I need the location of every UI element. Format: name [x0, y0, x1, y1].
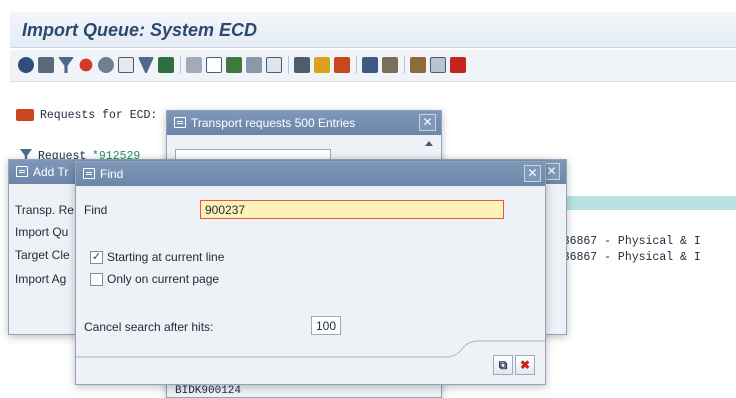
- export-icon[interactable]: [246, 57, 262, 73]
- application-toolbar: [10, 50, 736, 82]
- find-icon[interactable]: [79, 58, 93, 72]
- grid-icon[interactable]: [430, 57, 446, 73]
- truck-icon: [16, 109, 34, 121]
- find-dialog: Find ✕ Find 900237 ✓ Starting at current…: [75, 161, 546, 385]
- footer-divider: [76, 340, 545, 358]
- find-title-bar: Find ✕: [76, 162, 545, 186]
- start-current-line-checkbox[interactable]: ✓: [90, 251, 103, 264]
- truck-all-icon[interactable]: [334, 57, 350, 73]
- request-list-header-bar: [560, 196, 736, 210]
- cancel-search-label: Cancel search after hits:: [84, 320, 214, 334]
- truck-icon[interactable]: [314, 57, 330, 73]
- import-queue-field-label: Import Qu: [15, 225, 69, 239]
- doc-icon[interactable]: [206, 57, 222, 73]
- compare-icon[interactable]: [186, 57, 202, 73]
- add-transport-title: Add Tr: [33, 165, 69, 179]
- lock-icon[interactable]: [294, 57, 310, 73]
- filter-icon[interactable]: [58, 57, 74, 73]
- only-current-page-label: Only on current page: [107, 272, 220, 286]
- find-input[interactable]: 900237: [200, 200, 504, 219]
- cancel-button[interactable]: ✖: [515, 355, 535, 375]
- target-client-field-label: Target Cle: [15, 248, 70, 262]
- scroll-up-icon[interactable]: [425, 141, 433, 146]
- find-button[interactable]: ⧉: [493, 355, 513, 375]
- only-current-page-checkbox[interactable]: [90, 273, 103, 286]
- view-icon[interactable]: [266, 57, 282, 73]
- transport-requests-title-bar: Transport requests 500 Entries ✕: [167, 111, 441, 135]
- zoom-icon[interactable]: [98, 57, 114, 73]
- list-icon[interactable]: [118, 57, 134, 73]
- transport-requests-title: Transport requests 500 Entries: [191, 116, 356, 130]
- import-icon[interactable]: [382, 57, 398, 73]
- tree-icon[interactable]: [158, 57, 174, 73]
- transport-request-field-label: Transp. Re: [15, 203, 74, 217]
- close-icon[interactable]: ✕: [524, 165, 541, 182]
- request-list-item[interactable]: BIDK900124: [175, 385, 241, 397]
- requests-label: Requests for ECD:: [40, 109, 158, 122]
- refresh-icon[interactable]: [18, 57, 34, 73]
- screen-title-bar: Import Queue: System ECD: [10, 12, 736, 48]
- window-icon: [16, 166, 28, 177]
- screen-title: Import Queue: System ECD: [22, 20, 258, 40]
- find-title: Find: [100, 167, 124, 181]
- monitor-icon[interactable]: [362, 57, 378, 73]
- cancel-search-input[interactable]: 100: [311, 316, 341, 335]
- import-again-field-label: Import Ag: [15, 272, 67, 286]
- find-label: Find: [84, 203, 108, 217]
- settings-icon[interactable]: [410, 57, 426, 73]
- close-icon[interactable]: ✕: [419, 114, 436, 131]
- help-icon[interactable]: [450, 57, 466, 73]
- highlight-icon[interactable]: [226, 57, 242, 73]
- start-current-line-label: Starting at current line: [107, 250, 225, 264]
- sort-icon[interactable]: [138, 57, 154, 73]
- print-icon[interactable]: [38, 57, 54, 73]
- window-icon: [174, 117, 186, 128]
- window-icon: [83, 168, 95, 179]
